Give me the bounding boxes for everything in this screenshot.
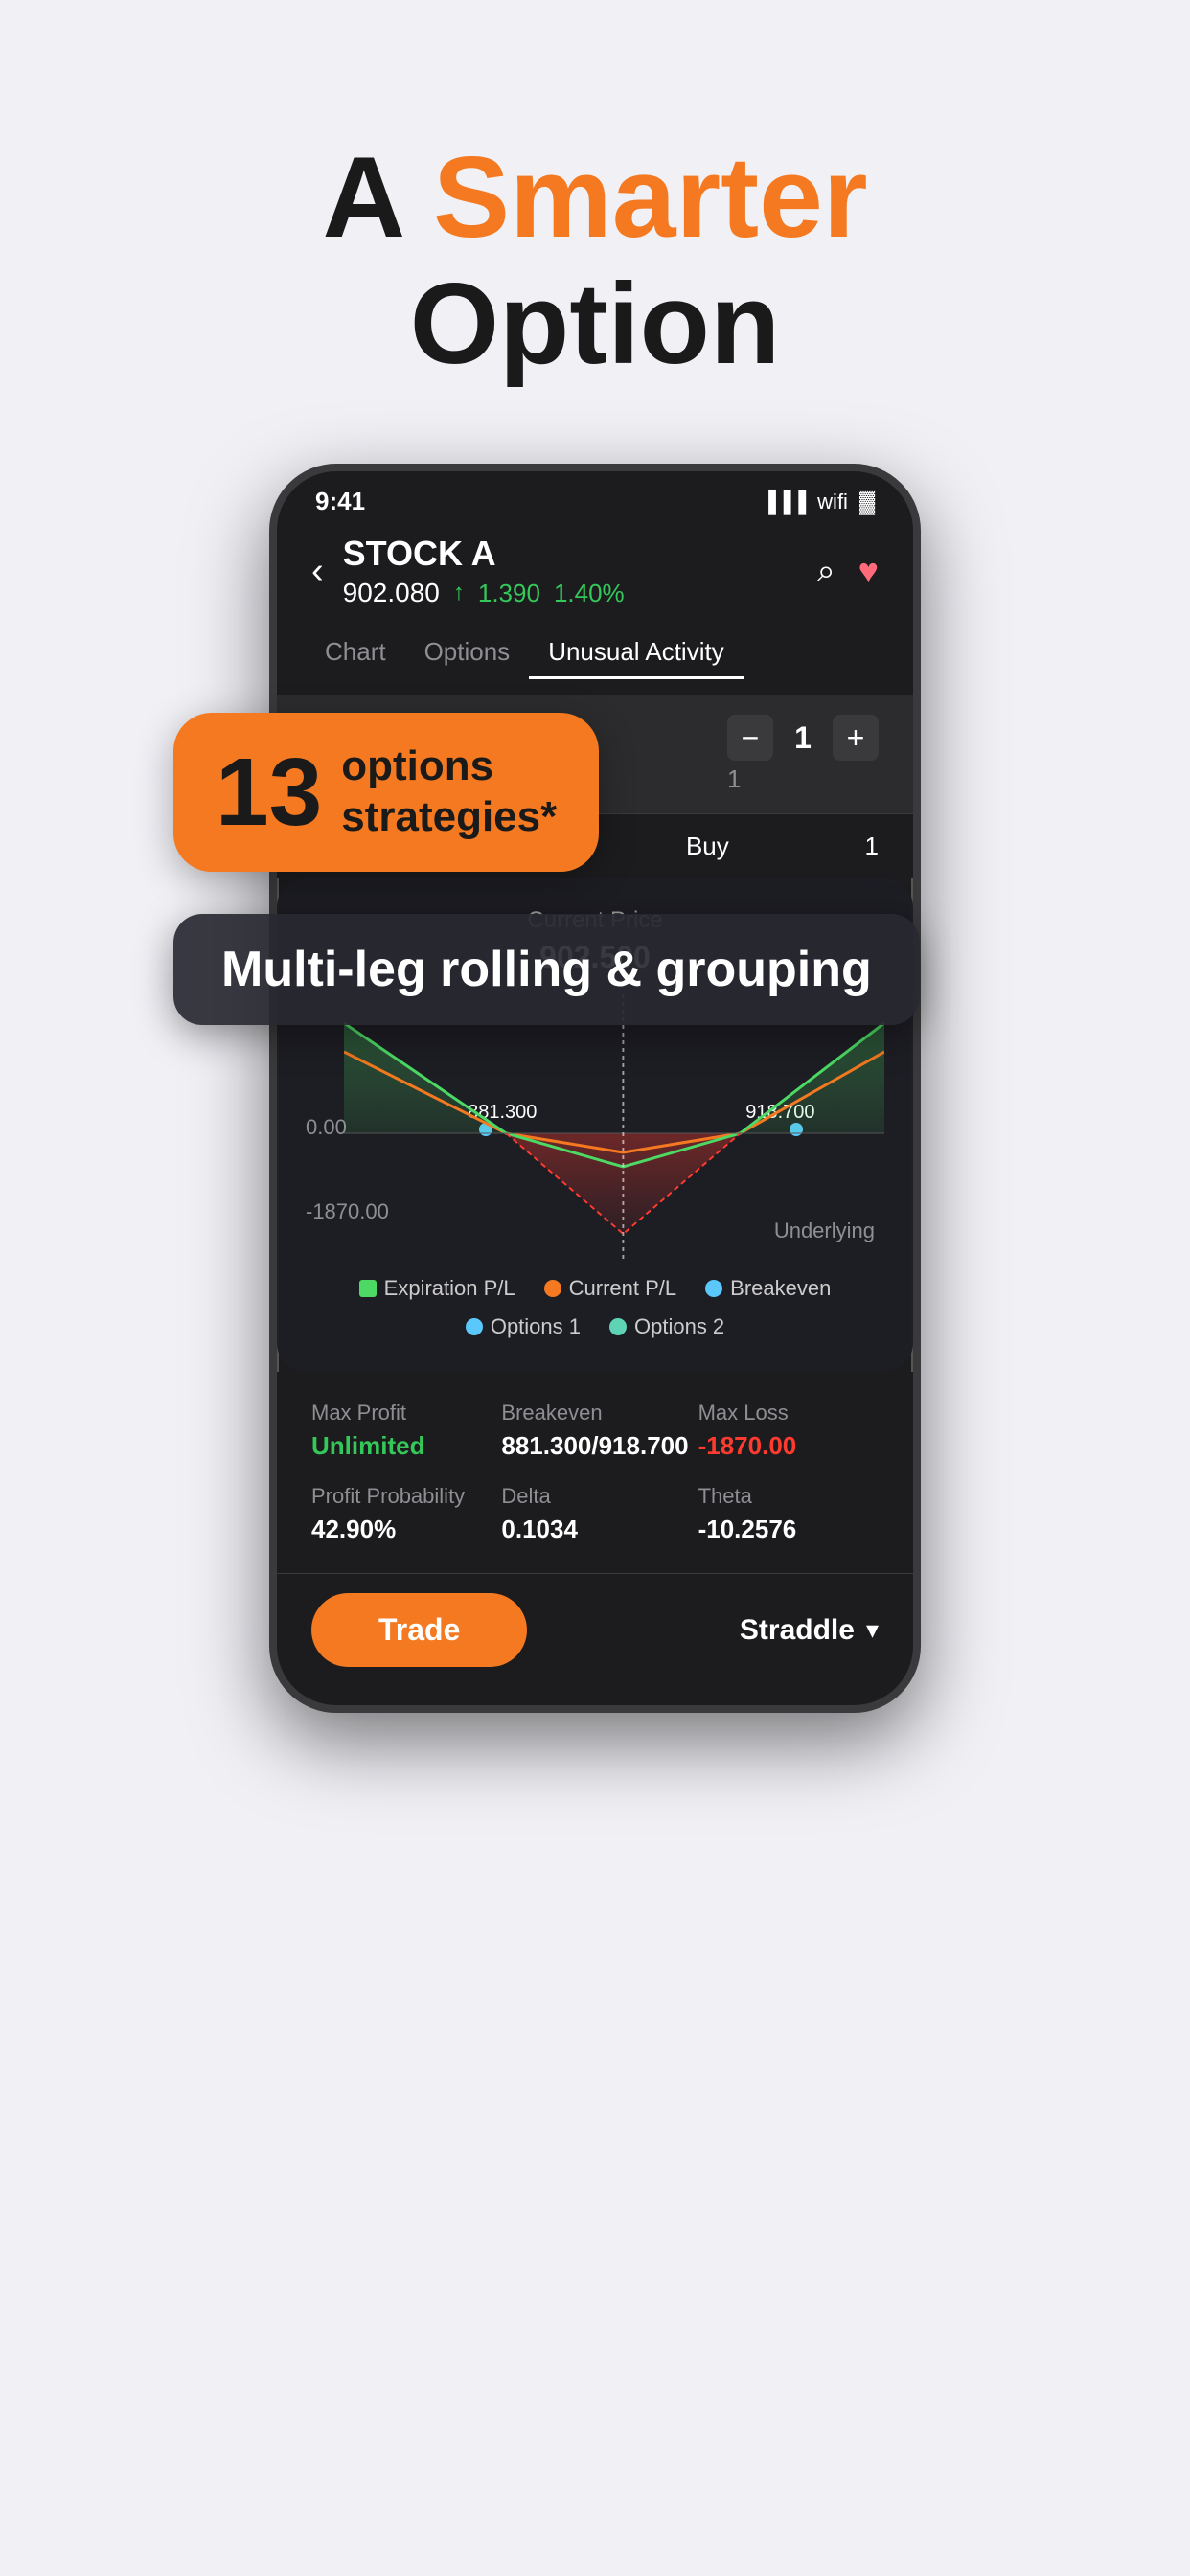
chart-y-zero: 0.00 [306,1115,347,1140]
trade-button[interactable]: Trade [311,1593,527,1667]
strategy-name: Straddle [740,1614,855,1647]
bottom-actions: Trade Straddle ▾ [277,1573,913,1705]
legend-options1: Options 1 [466,1314,581,1339]
back-button[interactable]: ‹ [311,551,324,592]
legend-row-2: Options 1 Options 2 [306,1314,884,1339]
header-icons: ⌕ ♥ [817,551,879,591]
stat-max-loss-value: -1870.00 [698,1431,879,1461]
hero-title: A Smarter Option [77,134,1113,387]
stat-profit-prob-value: 42.90% [311,1515,492,1544]
strategy-selector[interactable]: Straddle ▾ [740,1614,879,1647]
stats-section: Max Profit Unlimited Breakeven 881.300/9… [277,1372,913,1573]
tab-options[interactable]: Options [405,627,530,679]
options2-legend-icon [609,1318,627,1335]
stat-max-loss-label: Max Loss [698,1401,879,1425]
qty-sub-label: 1 [727,764,879,794]
stat-delta-value: 0.1034 [501,1515,688,1544]
favorite-icon[interactable]: ♥ [858,551,879,591]
price-arrow-icon: ↑ [453,580,465,606]
stock-header: ‹ STOCK A 902.080 ↑ 1.390 1.40% ⌕ ♥ [277,524,913,627]
stock-header-left: ‹ STOCK A 902.080 ↑ 1.390 1.40% [311,534,625,608]
qty-minus-button[interactable]: − [727,715,773,761]
breakeven-legend-label: Breakeven [730,1276,831,1301]
stat-breakeven-value: 881.300/918.700 [501,1431,688,1461]
stat-theta: Theta -10.2576 [698,1484,879,1544]
tab-chart[interactable]: Chart [306,627,405,679]
legend-row: Expiration P/L Current P/L Breakeven [306,1276,884,1301]
options1-legend-icon [466,1318,483,1335]
breakeven-legend-icon [705,1280,722,1297]
stat-breakeven-label: Breakeven [501,1401,688,1425]
wifi-icon: wifi [817,490,848,514]
badge-multileg: Multi-leg rolling & grouping [173,914,920,1025]
tabs-row: Chart Options Unusual Activity [277,627,913,695]
signal-icon: ▐▐▐ [761,490,806,514]
battery-icon: ▓ [859,490,875,514]
legend-breakeven: Breakeven [705,1276,831,1301]
stock-pct: 1.40% [554,579,625,608]
chart-container: 0.00 -1870.00 Underlying 881.300 918.700 [306,994,884,1263]
chart-svg [344,994,884,1263]
badge-strategies: 13 optionsstrategies* [173,713,599,872]
expiration-legend-label: Expiration P/L [384,1276,515,1301]
stat-profit-prob-label: Profit Probability [311,1484,492,1509]
legend-options2: Options 2 [609,1314,724,1339]
stock-change: 1.390 [478,579,540,608]
phone-frame: 9:41 ▐▐▐ wifi ▓ ‹ STOCK A 902.080 ↑ 1.39… [269,464,921,1713]
current-legend-label: Current P/L [569,1276,677,1301]
tab-unusual-activity[interactable]: Unusual Activity [529,627,744,679]
stat-profit-prob: Profit Probability 42.90% [311,1484,492,1544]
hero-prefix: A [322,133,433,262]
stat-delta-label: Delta [501,1484,688,1509]
stat-theta-label: Theta [698,1484,879,1509]
status-time: 9:41 [315,487,365,516]
qty-value: 1 [789,720,817,756]
stock-name: STOCK A [343,534,625,574]
stat-max-profit: Max Profit Unlimited [311,1401,492,1461]
notch [518,471,672,506]
search-icon[interactable]: ⌕ [817,553,835,590]
leg-action: Buy [686,832,729,861]
badge-strategies-text: optionsstrategies* [341,741,557,843]
legend-expiration: Expiration P/L [359,1276,515,1301]
stock-price: 902.080 [343,578,440,608]
qty-plus-button[interactable]: + [833,715,879,761]
badge-strategies-number: 13 [216,744,322,840]
stat-max-loss: Max Loss -1870.00 [698,1401,879,1461]
badge-multileg-text: Multi-leg rolling & grouping [221,942,872,997]
stat-breakeven: Breakeven 881.300/918.700 [501,1401,688,1461]
chevron-down-icon: ▾ [866,1615,879,1645]
expiration-legend-icon [359,1280,377,1297]
hero-line2: Option [410,260,781,388]
hero-accent: Smarter [433,133,868,262]
stat-max-profit-value: Unlimited [311,1431,492,1461]
stat-delta: Delta 0.1034 [501,1484,688,1544]
stat-max-profit-label: Max Profit [311,1401,492,1425]
strategy-controls: − 1 + 1 [727,715,879,794]
leg-qty: 1 [865,832,879,861]
stock-info: STOCK A 902.080 ↑ 1.390 1.40% [343,534,625,608]
stat-theta-value: -10.2576 [698,1515,879,1544]
options1-legend-label: Options 1 [491,1314,581,1339]
phone-wrapper: 13 optionsstrategies* Multi-leg rolling … [202,464,988,1713]
legend-current: Current P/L [544,1276,677,1301]
hero-section: A Smarter Option [0,0,1190,464]
options2-legend-label: Options 2 [634,1314,724,1339]
stock-price-row: 902.080 ↑ 1.390 1.40% [343,578,625,608]
current-legend-icon [544,1280,561,1297]
status-icons: ▐▐▐ wifi ▓ [761,490,875,514]
